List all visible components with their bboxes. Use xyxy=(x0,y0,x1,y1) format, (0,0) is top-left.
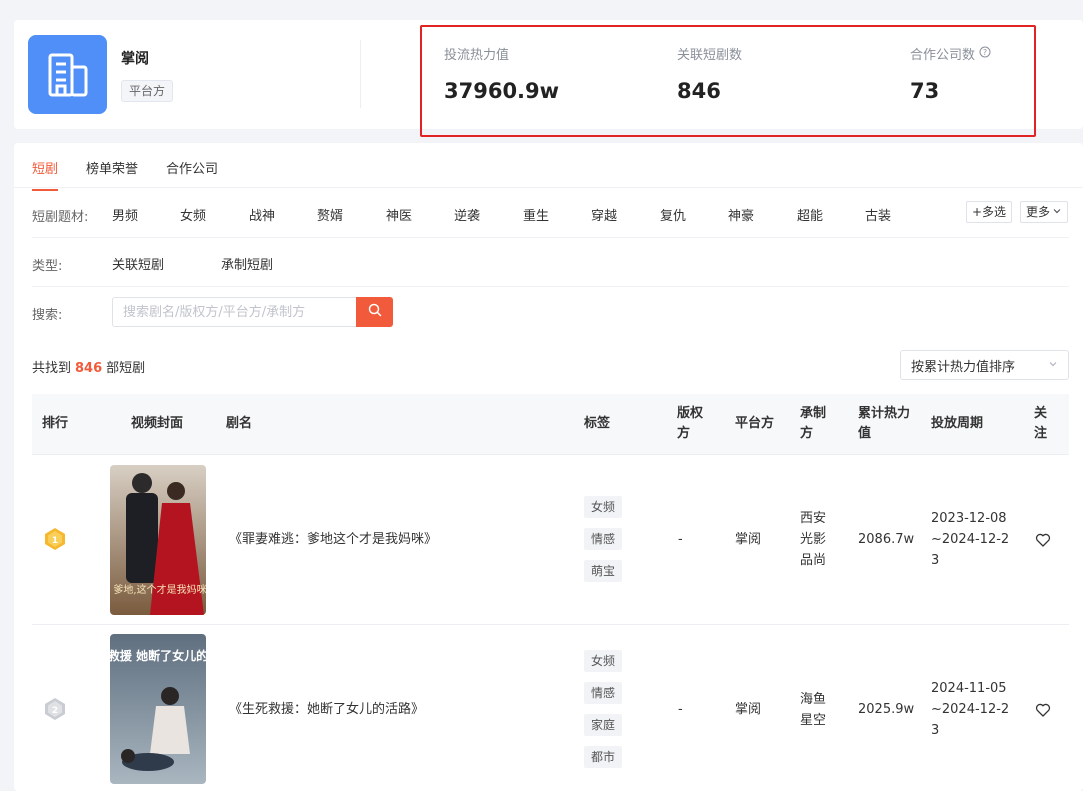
video-cover-image[interactable]: 生死救援 她断了女儿的活路 xyxy=(110,634,206,784)
heat-value: 2025.9w xyxy=(858,702,915,717)
tag-badge[interactable]: 情感 xyxy=(584,682,623,704)
genre-option[interactable]: 逆袭 xyxy=(454,205,480,224)
genre-option[interactable]: 神豪 xyxy=(728,205,754,224)
result-prefix: 共找到 xyxy=(32,361,72,376)
tag-badge[interactable]: 家庭 xyxy=(584,714,623,736)
producer-name[interactable]: 海鱼星空 xyxy=(800,689,828,731)
search-icon xyxy=(368,303,382,321)
tag-badge[interactable]: 女频 xyxy=(584,496,623,518)
tag-badge[interactable]: 情感 xyxy=(584,528,623,550)
filter-divider xyxy=(32,286,1069,287)
header-tags: 标签 xyxy=(584,416,611,431)
help-icon[interactable]: ? xyxy=(979,46,991,62)
tag-badge[interactable]: 萌宝 xyxy=(584,560,623,582)
cover-title: 爹地,这个才是我妈咪 xyxy=(113,583,206,596)
genre-option[interactable]: 战神 xyxy=(249,205,275,224)
table-row[interactable]: 1 爹地,这个才是我妈咪 《罪妻难逃：爹地这个才是我妈咪》 女频 情感 萌宝 -… xyxy=(32,455,1069,625)
cover-title: 生死救援 她断了女儿的活路 xyxy=(110,648,206,663)
search-input[interactable] xyxy=(112,297,357,327)
header-copyright: 版权方 xyxy=(677,406,704,441)
stat-partners-label: 合作公司数 xyxy=(910,48,976,63)
platform-name[interactable]: 掌阅 xyxy=(735,699,761,720)
company-role-tag: 平台方 xyxy=(121,80,174,102)
gold-medal-icon: 1 xyxy=(43,527,67,551)
type-option-related[interactable]: 关联短剧 xyxy=(112,254,164,273)
copyright-holder: - xyxy=(678,532,683,547)
chevron-down-icon xyxy=(1052,202,1062,222)
genre-option[interactable]: 古装 xyxy=(865,205,891,224)
header-producer: 承制方 xyxy=(800,406,827,441)
company-card: 掌阅 平台方 投流热力值 37960.9w 关联短剧数 846 合作公司数 ? … xyxy=(14,20,1083,129)
heart-icon[interactable] xyxy=(1035,702,1051,718)
copyright-holder: - xyxy=(678,702,683,717)
stat-heat: 投流热力值 37960.9w xyxy=(444,44,559,103)
header-rank: 排行 xyxy=(42,416,69,431)
genre-option[interactable]: 重生 xyxy=(523,205,549,224)
genre-option[interactable]: 男频 xyxy=(112,205,138,224)
multi-select-button[interactable]: +多选 xyxy=(966,201,1013,223)
genre-filter-row: 短剧题材: 男频 女频 战神 赘婿 神医 逆袭 重生 穿越 复仇 神豪 超能 古… xyxy=(32,205,1069,225)
drama-title[interactable]: 《生死救援：她断了女儿的活路》 xyxy=(229,699,424,720)
tag-list: 女频 情感 萌宝 xyxy=(584,496,623,592)
header-heat: 累计热力值 xyxy=(858,406,911,441)
producer-name[interactable]: 西安光影品尚 xyxy=(800,508,828,571)
genre-option[interactable]: 赘婿 xyxy=(317,205,343,224)
stat-heat-label: 投流热力值 xyxy=(444,48,510,63)
tabs-divider xyxy=(14,187,1083,188)
table-row[interactable]: 2 生死救援 她断了女儿的活路 《生死救援：她断了女儿的活路》 女频 情感 家庭… xyxy=(32,625,1069,791)
type-option-produced[interactable]: 承制短剧 xyxy=(221,254,273,273)
result-count: 846 xyxy=(75,361,103,376)
stat-dramas-value: 846 xyxy=(677,79,721,103)
genre-option[interactable]: 复仇 xyxy=(660,205,686,224)
chevron-down-icon xyxy=(1048,358,1058,373)
stat-dramas: 关联短剧数 846 xyxy=(677,44,742,103)
heart-icon[interactable] xyxy=(1035,532,1051,548)
platform-name[interactable]: 掌阅 xyxy=(735,529,761,550)
tag-badge[interactable]: 都市 xyxy=(584,746,623,768)
genre-filter-label: 短剧题材: xyxy=(32,209,89,225)
header-title: 剧名 xyxy=(226,416,253,431)
genre-option[interactable]: 女频 xyxy=(180,205,206,224)
header-follow: 关注 xyxy=(1034,406,1048,441)
more-button[interactable]: 更多 xyxy=(1020,201,1069,223)
tag-list: 女频 情感 家庭 都市 xyxy=(584,650,623,778)
genre-option[interactable]: 穿越 xyxy=(591,205,617,224)
sort-value: 按累计热力值排序 xyxy=(911,359,1016,375)
sort-select[interactable]: 按累计热力值排序 xyxy=(900,350,1069,380)
result-summary: 共找到 846 部短剧 xyxy=(32,357,145,376)
drama-title[interactable]: 《罪妻难逃：爹地这个才是我妈咪》 xyxy=(229,529,437,550)
rank-number: 2 xyxy=(52,706,58,716)
heat-value: 2086.7w xyxy=(858,532,915,547)
header-platform: 平台方 xyxy=(735,416,775,431)
stat-partners: 合作公司数 ? 73 xyxy=(910,44,991,103)
svg-text:?: ? xyxy=(983,48,987,57)
stat-partners-label-row: 合作公司数 ? xyxy=(910,44,991,63)
stat-dramas-label: 关联短剧数 xyxy=(677,48,743,63)
type-filter-row: 类型: 关联短剧 承制短剧 xyxy=(32,254,632,274)
search-button[interactable] xyxy=(356,297,393,327)
stat-partners-value: 73 xyxy=(910,79,940,103)
company-building-icon xyxy=(28,35,107,114)
divider xyxy=(360,40,361,108)
more-label: 更多 xyxy=(1026,205,1051,219)
main-panel: 短剧 榜单荣誉 合作公司 短剧题材: 男频 女频 战神 赘婿 神医 逆袭 重生 … xyxy=(14,143,1083,791)
video-cover-image[interactable]: 爹地,这个才是我妈咪 xyxy=(110,465,206,615)
result-suffix: 部短剧 xyxy=(106,361,146,376)
search-label: 搜索: xyxy=(32,307,63,323)
search-row: 搜索: xyxy=(32,303,94,323)
type-filter-label: 类型: xyxy=(32,258,63,274)
genre-option[interactable]: 神医 xyxy=(386,205,412,224)
header-cover: 视频封面 xyxy=(131,416,184,431)
filter-divider xyxy=(32,237,1069,238)
genre-option[interactable]: 超能 xyxy=(797,205,823,224)
release-period: 2023-12-08~2024-12-23 xyxy=(931,511,1010,568)
table-header: 排行 视频封面 剧名 标签 版权方 平台方 承制方 累计热力值 投放周期 关注 xyxy=(32,394,1069,455)
release-period: 2024-11-05~2024-12-23 xyxy=(931,681,1010,738)
tag-badge[interactable]: 女频 xyxy=(584,650,623,672)
company-name: 掌阅 xyxy=(121,51,149,67)
header-period: 投放周期 xyxy=(931,416,984,431)
stat-heat-value: 37960.9w xyxy=(444,79,560,103)
silver-medal-icon: 2 xyxy=(43,697,67,721)
rank-number: 1 xyxy=(52,536,58,546)
